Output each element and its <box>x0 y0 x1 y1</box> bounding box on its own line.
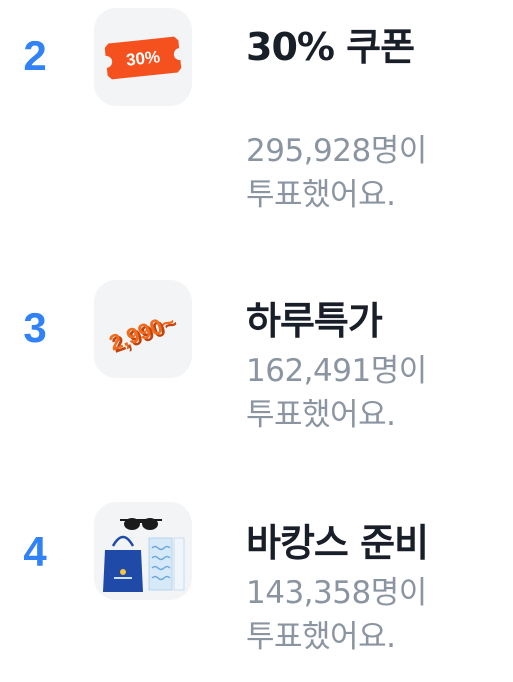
vote-label: 투표했어요. <box>246 619 396 655</box>
vote-label: 투표했어요. <box>246 177 396 213</box>
ranking-item[interactable]: 4 바캉스 준비 143,358명이 투표했어요. <box>0 492 513 682</box>
price-tag-image: 2,990~ 2,990~ <box>106 309 181 358</box>
item-thumbnail: 2,990~ 2,990~ <box>94 280 192 378</box>
tote-bag-icon <box>103 535 143 592</box>
vacation-goods-image <box>103 518 185 592</box>
item-thumbnail: 30% <box>94 8 192 106</box>
item-title: 바캉스 준비 <box>246 521 429 565</box>
rank-number: 2 <box>23 32 47 79</box>
vote-count: 162,491명이 <box>246 353 427 389</box>
item-title: 30% 쿠폰 <box>246 25 415 69</box>
vote-label: 투표했어요. <box>246 397 396 433</box>
vote-count: 143,358명이 <box>246 575 427 611</box>
coupon-text: 30% <box>125 47 161 69</box>
sunglasses-icon <box>120 518 162 530</box>
vote-count: 295,928명이 <box>246 133 427 169</box>
item-thumbnail <box>94 502 192 600</box>
coupon-ticket-image: 30% <box>104 36 182 80</box>
towel-pouch-icon <box>148 537 185 591</box>
item-title: 하루특가 <box>246 299 383 343</box>
rank-number: 4 <box>23 528 47 575</box>
rank-number: 3 <box>23 304 47 351</box>
ranking-item[interactable]: 3 2,990~ 2,990~ 하루특가 162,491명이 투표했어요. <box>0 270 513 460</box>
ranking-item[interactable]: 2 30% 30% 쿠폰 295,928명이 투표했어요. <box>0 0 513 240</box>
